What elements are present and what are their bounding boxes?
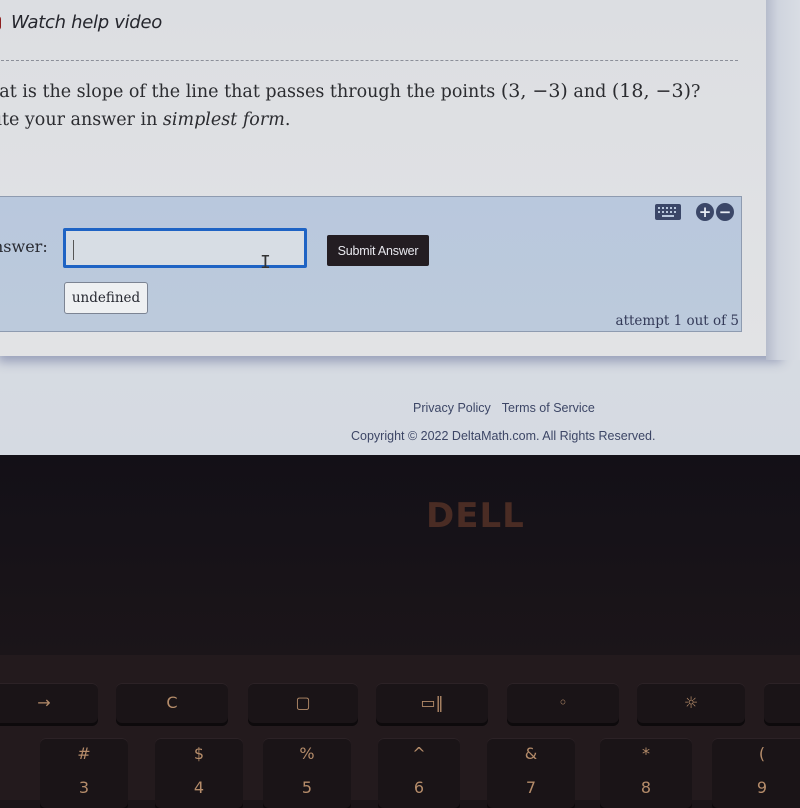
footer-links: Privacy Policy Terms of Service (413, 401, 595, 415)
key-3[interactable]: # 3 (40, 738, 128, 808)
key-forward[interactable]: → (0, 683, 98, 723)
key-5[interactable]: % 5 (263, 738, 351, 808)
submit-answer-button[interactable]: Submit Answer (327, 235, 429, 266)
answer-panel: nswer: I Submit Answer undefined + − att… (0, 196, 742, 332)
key-4[interactable]: $ 4 (155, 738, 243, 808)
key-brightness-down[interactable]: ◦ (507, 683, 619, 723)
key-6[interactable]: ^ 6 (378, 738, 460, 808)
key-4-number: 4 (193, 778, 205, 797)
simplest-form-emphasis: simplest form (162, 110, 285, 130)
key-5-symbol: % (299, 744, 315, 763)
dell-logo: DELL (426, 496, 525, 536)
key-9[interactable]: ( 9 (712, 738, 800, 808)
key-8-symbol: * (642, 744, 650, 763)
key-8[interactable]: * 8 (600, 738, 692, 808)
key-brightness-up[interactable]: ☼ (637, 683, 745, 723)
timestamp: ov 01, 2:22:38 PM (2, 0, 200, 2)
instruction-prefix: rite your answer in (0, 110, 163, 130)
key-fullscreen[interactable]: ▢ (248, 683, 358, 723)
key-5-number: 5 (301, 778, 313, 797)
key-3-number: 3 (78, 778, 90, 797)
zoom-out-icon[interactable]: − (716, 203, 734, 221)
text-caret (73, 240, 74, 260)
key-4-symbol: $ (193, 744, 205, 763)
video-icon (0, 15, 1, 30)
key-3-symbol: # (77, 744, 91, 763)
key-7-symbol: & (524, 744, 538, 763)
key-partial[interactable] (764, 683, 800, 723)
instruction-period: . (284, 110, 291, 130)
watch-help-video-link[interactable]: Watch help video (11, 12, 162, 33)
terms-of-service-link[interactable]: Terms of Service (502, 401, 595, 415)
key-9-symbol: ( (758, 744, 766, 763)
key-overview[interactable]: ▭‖ (376, 683, 488, 723)
keyboard-icon[interactable] (655, 204, 681, 220)
question-line-2: rite your answer in simplest form. (0, 106, 700, 134)
question-text: hat is the slope of the line that passes… (0, 77, 700, 134)
answer-label: nswer: (0, 237, 48, 256)
key-6-symbol: ^ (412, 744, 426, 763)
window-edge (766, 0, 800, 360)
question-prefix: hat is the slope of the line that passes… (0, 82, 501, 102)
copyright-text: Copyright © 2022 DeltaMath.com. All Righ… (351, 429, 656, 443)
question-connector: and (567, 82, 612, 102)
browser-screen: ov 01, 2:22:38 PM Watch help video hat i… (0, 0, 800, 455)
problem-card: ov 01, 2:22:38 PM Watch help video hat i… (0, 0, 780, 356)
help-video-row[interactable]: Watch help video (0, 12, 162, 33)
ibeam-cursor-icon: I (260, 252, 271, 273)
point-2: (18, −3) (611, 80, 691, 102)
laptop-bezel (0, 455, 800, 655)
undefined-button[interactable]: undefined (64, 282, 148, 314)
question-mark: ? (690, 82, 701, 102)
question-line-1: hat is the slope of the line that passes… (0, 77, 700, 106)
key-7-number: 7 (525, 778, 537, 797)
key-9-number: 9 (756, 778, 768, 797)
key-refresh[interactable]: C (116, 683, 228, 723)
divider (0, 60, 738, 61)
point-1: (3, −3) (500, 80, 568, 102)
privacy-policy-link[interactable]: Privacy Policy (413, 401, 491, 415)
key-6-number: 6 (413, 778, 425, 797)
key-8-number: 8 (640, 778, 652, 797)
attempt-counter: attempt 1 out of 5 (615, 313, 739, 329)
zoom-in-icon[interactable]: + (696, 203, 714, 221)
key-7[interactable]: & 7 (487, 738, 575, 808)
